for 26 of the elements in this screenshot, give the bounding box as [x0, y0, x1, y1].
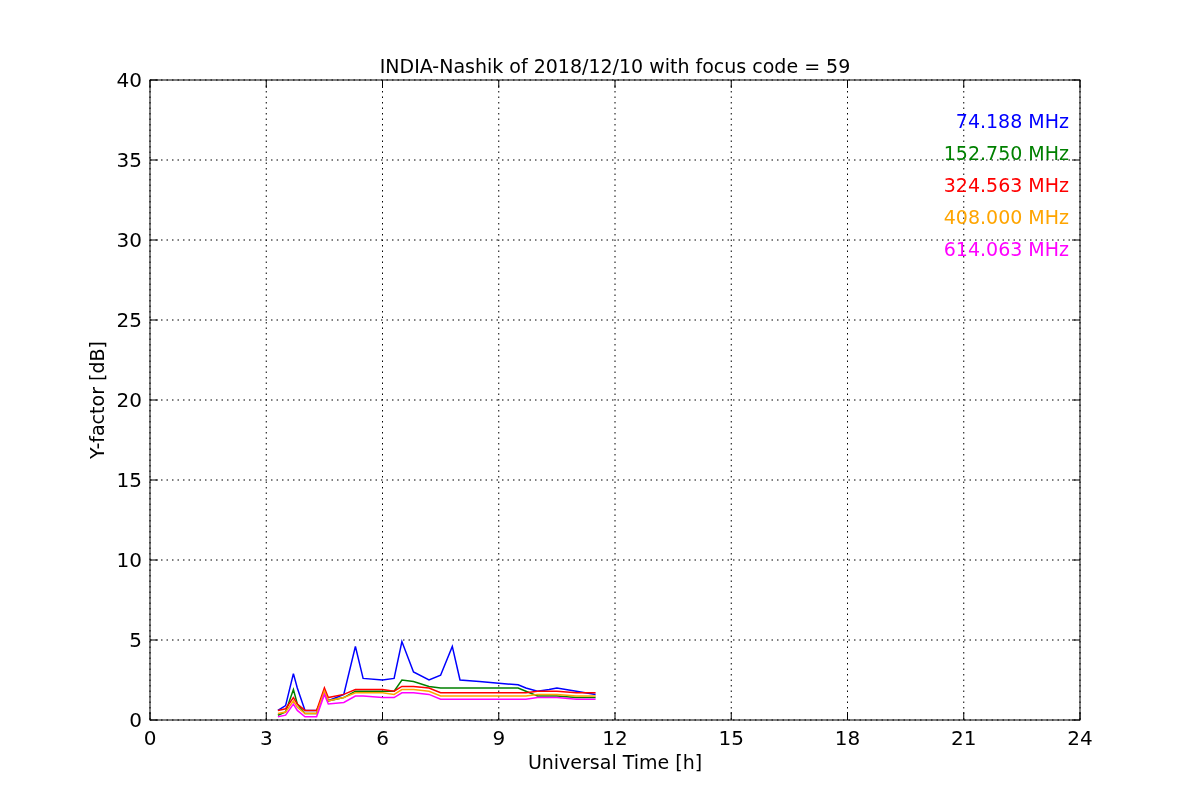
- y-tick-label: 5: [129, 628, 142, 652]
- x-tick-label: 21: [951, 726, 977, 750]
- x-tick-label: 6: [376, 726, 389, 750]
- legend-label: 408.000 MHz: [943, 206, 1069, 228]
- y-tick-label: 20: [116, 388, 142, 412]
- legend-label: 614.063 MHz: [943, 238, 1069, 260]
- legend-label: 74.188 MHz: [955, 110, 1069, 132]
- y-tick-label: 15: [116, 468, 142, 492]
- y-tick-label: 40: [116, 68, 142, 92]
- x-tick-label: 15: [718, 726, 744, 750]
- y-tick-label: 30: [116, 228, 142, 252]
- legend-label: 324.563 MHz: [943, 174, 1069, 196]
- y-tick-label: 10: [116, 548, 142, 572]
- legend-label: 152.750 MHz: [943, 142, 1069, 164]
- x-tick-label: 12: [602, 726, 628, 750]
- y-tick-label: 25: [116, 308, 142, 332]
- x-tick-label: 18: [834, 726, 861, 750]
- x-axis-label: Universal Time [h]: [527, 751, 703, 773]
- x-tick-label: 0: [143, 726, 157, 750]
- chart-title: INDIA-Nashik of 2018/12/10 with focus code = 59: [379, 55, 851, 77]
- x-tick-label: 24: [1067, 726, 1093, 750]
- y-axis-label: Y-factor [dB]: [86, 341, 108, 459]
- x-tick-label: 3: [259, 726, 273, 750]
- y-tick-label: 0: [129, 708, 142, 732]
- x-tick-label: 9: [492, 726, 506, 750]
- y-tick-label: 35: [116, 148, 142, 172]
